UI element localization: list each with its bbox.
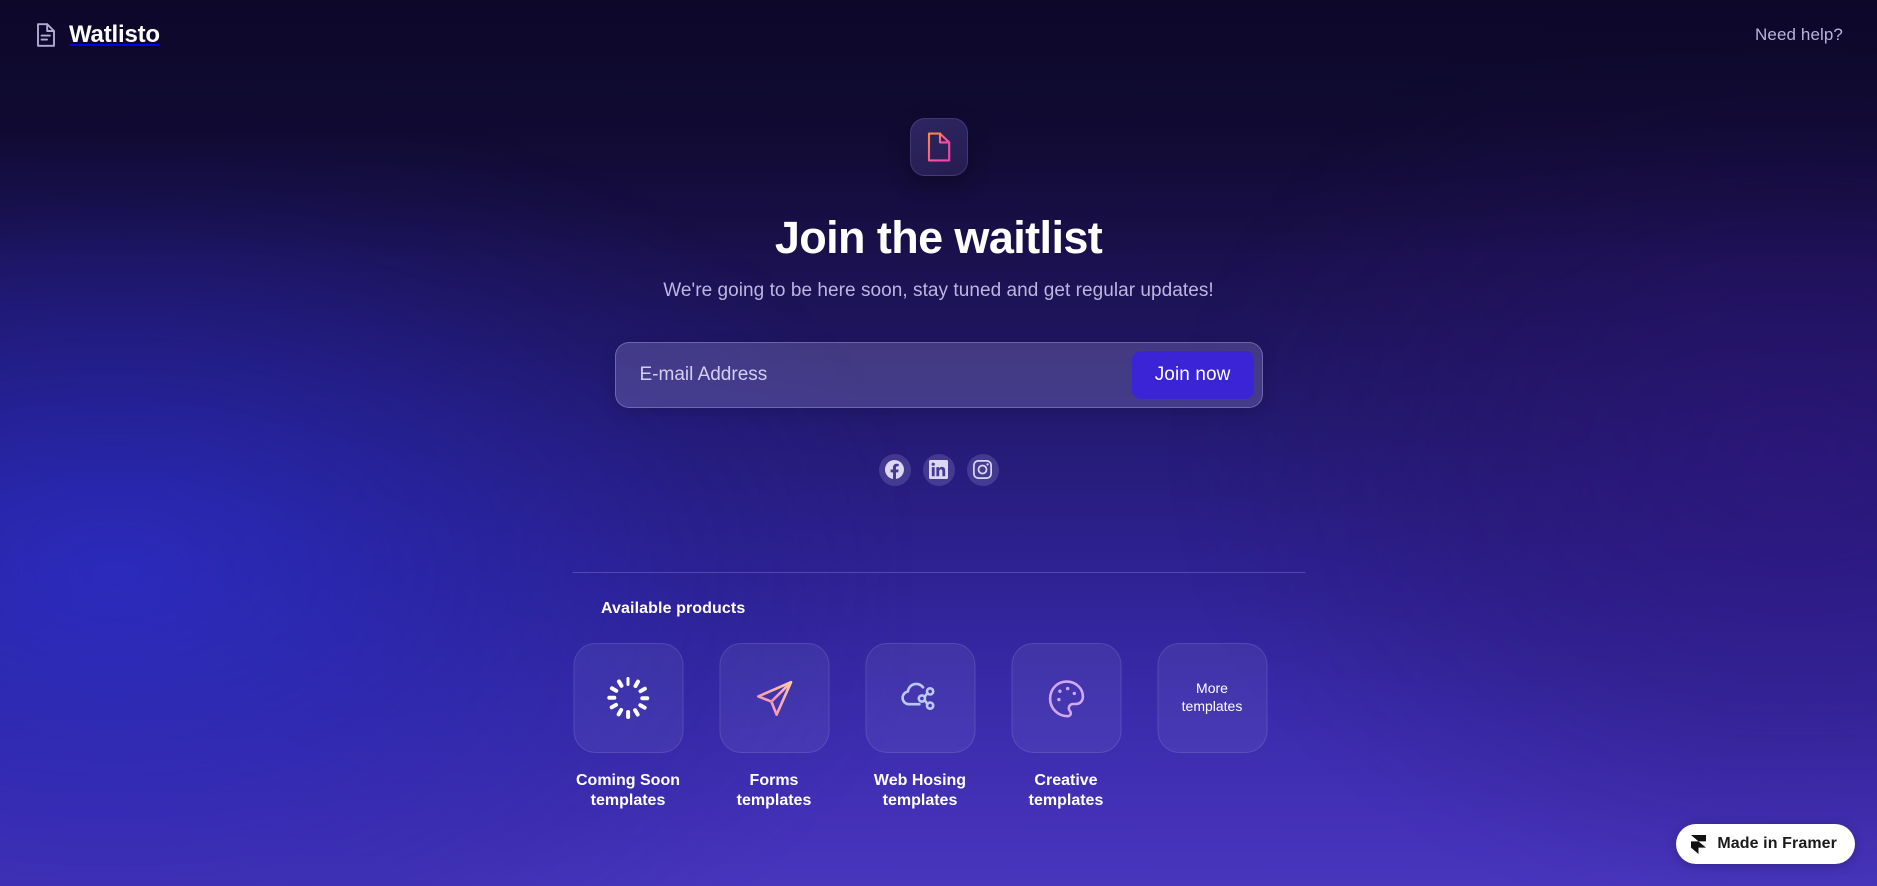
- product-card[interactable]: [573, 643, 683, 753]
- product-label: Coming Soon templates: [561, 771, 696, 812]
- product-label-line2: templates: [1028, 792, 1104, 810]
- hero-section: Join the waitlist We're going to be here…: [0, 0, 1877, 486]
- page-subtitle: We're going to be here soon, stay tuned …: [663, 279, 1214, 301]
- more-templates-line2: templates: [1181, 698, 1243, 714]
- product-card[interactable]: [1011, 643, 1121, 753]
- product-card[interactable]: [719, 643, 829, 753]
- hero-logo: [909, 118, 968, 176]
- product-forms[interactable]: Forms templates: [719, 643, 829, 812]
- linkedin-icon: [929, 460, 948, 479]
- product-label: Forms templates: [707, 771, 842, 812]
- made-in-framer-badge[interactable]: Made in Framer: [1676, 824, 1855, 864]
- instagram-icon: [973, 460, 992, 479]
- waitlist-signup-form: Join now: [614, 341, 1263, 408]
- product-label-line1: Coming Soon: [576, 772, 680, 789]
- page-title: Join the waitlist: [774, 212, 1103, 263]
- product-label: Creative templates: [999, 771, 1134, 812]
- framer-logo-icon: [1691, 834, 1707, 854]
- product-label-line2: templates: [882, 792, 958, 810]
- product-coming-soon[interactable]: Coming Soon templates: [573, 643, 683, 812]
- spinner-icon: [604, 674, 652, 722]
- product-label-line2: templates: [736, 792, 812, 810]
- cloud-share-icon: [896, 674, 944, 722]
- product-creative[interactable]: Creative templates: [1011, 643, 1121, 812]
- available-products-section: Available products Coming Soon templates: [572, 572, 1305, 812]
- products-section-title: Available products: [601, 600, 746, 617]
- product-label-line2: templates: [590, 792, 666, 810]
- join-now-button[interactable]: Join now: [1131, 350, 1254, 399]
- email-input[interactable]: [639, 352, 1132, 397]
- paper-plane-icon: [750, 674, 798, 722]
- more-templates-card[interactable]: More templates: [1157, 643, 1267, 753]
- social-link-facebook[interactable]: [878, 453, 911, 486]
- product-web-hosting[interactable]: Web Hosing templates: [865, 643, 975, 812]
- facebook-icon: [885, 460, 904, 479]
- product-label-line1: Web Hosing: [873, 772, 967, 789]
- product-card[interactable]: [865, 643, 975, 753]
- social-link-instagram[interactable]: [966, 453, 999, 486]
- product-label: Web Hosing templates: [853, 771, 988, 812]
- palette-icon: [1042, 674, 1090, 722]
- more-templates-text: More templates: [1182, 680, 1243, 716]
- product-more-templates[interactable]: More templates: [1157, 643, 1267, 812]
- products-row: Coming Soon templates Forms templates We…: [572, 643, 1305, 812]
- social-link-linkedin[interactable]: [922, 453, 955, 486]
- more-templates-line1: More: [1196, 680, 1228, 697]
- social-links: [878, 453, 999, 486]
- framer-badge-label: Made in Framer: [1717, 835, 1837, 852]
- section-divider: [572, 572, 1305, 573]
- product-label-line1: Forms: [749, 772, 799, 789]
- product-label-line1: Creative: [1034, 772, 1098, 789]
- document-gradient-icon: [924, 131, 954, 163]
